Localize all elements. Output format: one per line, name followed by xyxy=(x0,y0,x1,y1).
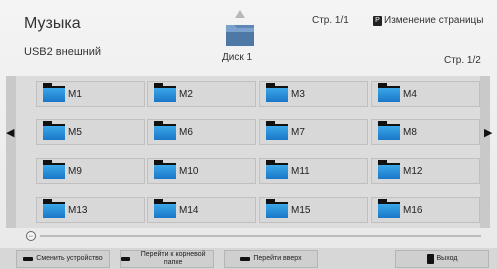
folder-icon xyxy=(43,199,65,218)
media-browser-screen: Музыка USB2 внешний Диск 1 Стр. 1/1 P Из… xyxy=(0,0,497,269)
go-root-label: Перейти к корневой папке xyxy=(140,251,206,266)
folder-name: M12 xyxy=(403,165,423,177)
folder-name: M14 xyxy=(179,204,199,216)
folder-name: M10 xyxy=(179,165,199,177)
go-root-button[interactable]: Перейти к корневой папке xyxy=(120,250,214,268)
folder-tile[interactable]: M7 xyxy=(259,119,368,145)
folder-icon xyxy=(43,83,65,102)
folder-icon xyxy=(378,160,400,179)
go-up-label: Перейти вверх xyxy=(253,255,302,262)
folder-tile[interactable]: M8 xyxy=(371,119,480,145)
folder-tile[interactable]: M13 xyxy=(36,197,145,223)
folder-icon xyxy=(43,121,65,140)
green-key-icon xyxy=(121,257,131,261)
yellow-key-icon xyxy=(240,257,251,261)
folder-icon xyxy=(378,83,400,102)
folder-icon xyxy=(266,160,288,179)
folder-icon xyxy=(378,199,400,218)
folder-name: M9 xyxy=(68,165,82,177)
folder-name: M8 xyxy=(403,126,417,138)
folder-name: M2 xyxy=(179,88,193,100)
grid-left-edge xyxy=(6,76,16,228)
folder-tile[interactable]: M6 xyxy=(147,119,256,145)
exit-label: Выход xyxy=(436,255,458,262)
folder-tile[interactable]: M4 xyxy=(371,81,480,107)
folder-drive-icon[interactable] xyxy=(222,10,258,50)
folder-name: M7 xyxy=(291,126,305,138)
folder-tile[interactable]: M15 xyxy=(259,197,368,223)
folder-tile[interactable]: M2 xyxy=(147,81,256,107)
scroll-handle-icon[interactable]: ↔ xyxy=(26,231,36,241)
folder-icon xyxy=(266,199,288,218)
folder-tile[interactable]: M16 xyxy=(371,197,480,223)
folder-name: M16 xyxy=(403,204,423,216)
horizontal-scrollbar[interactable] xyxy=(40,235,481,237)
folder-tile[interactable]: M11 xyxy=(259,158,368,184)
folder-tile[interactable]: M10 xyxy=(147,158,256,184)
folder-icon xyxy=(378,121,400,140)
page-change-hint[interactable]: P Изменение страницы xyxy=(373,15,483,26)
exit-key-icon xyxy=(426,254,434,264)
folder-icon xyxy=(154,160,176,179)
folder-name: M4 xyxy=(403,88,417,100)
folder-tile[interactable]: M5 xyxy=(36,119,145,145)
folder-icon xyxy=(154,121,176,140)
red-key-icon xyxy=(23,257,34,261)
folder-icon xyxy=(266,121,288,140)
grid-right-edge xyxy=(480,76,490,228)
arrow-left-icon[interactable]: ◀ xyxy=(6,126,14,139)
page-indicator: Стр. 1/2 xyxy=(444,55,481,66)
device-label: USB2 внешний xyxy=(24,46,102,58)
page-title: Музыка xyxy=(24,15,81,32)
page-key-icon: P xyxy=(373,15,382,26)
go-up-button[interactable]: Перейти вверх xyxy=(224,250,318,268)
folder-name: M3 xyxy=(291,88,305,100)
folder-name: M13 xyxy=(68,204,88,216)
footer-bar: Сменить устройство Перейти к корневой па… xyxy=(0,248,497,269)
drive-label: Диск 1 xyxy=(222,52,253,63)
folder-icon xyxy=(154,83,176,102)
folder-name: M5 xyxy=(68,126,82,138)
folder-tile[interactable]: M3 xyxy=(259,81,368,107)
folder-name: M15 xyxy=(291,204,311,216)
folder-tile[interactable]: M9 xyxy=(36,158,145,184)
exit-button[interactable]: Выход xyxy=(395,250,489,268)
folder-icon xyxy=(43,160,65,179)
folder-name: M1 xyxy=(68,88,82,100)
arrow-right-icon[interactable]: ▶ xyxy=(484,126,492,139)
change-device-label: Сменить устройство xyxy=(36,255,103,262)
folder-name: M11 xyxy=(291,165,310,177)
page-indicator-top: Стр. 1/1 xyxy=(312,15,349,26)
folder-tile[interactable]: M14 xyxy=(147,197,256,223)
change-device-button[interactable]: Сменить устройство xyxy=(16,250,110,268)
page-change-label: Изменение страницы xyxy=(384,15,484,26)
folder-tile[interactable]: M1 xyxy=(36,81,145,107)
folder-icon xyxy=(266,83,288,102)
folder-tile[interactable]: M12 xyxy=(371,158,480,184)
folder-icon xyxy=(154,199,176,218)
folder-name: M6 xyxy=(179,126,193,138)
